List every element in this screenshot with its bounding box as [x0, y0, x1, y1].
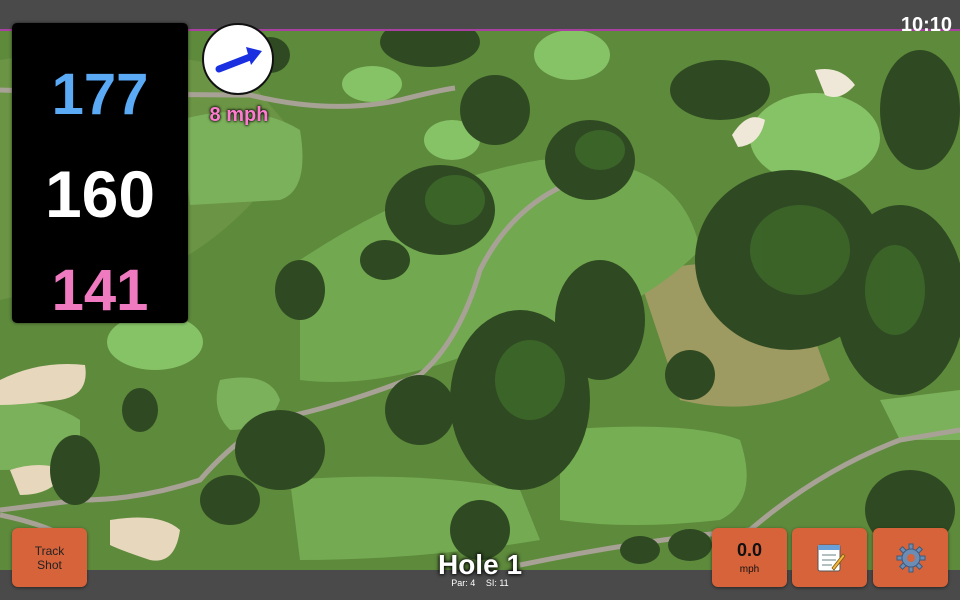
hole-par: Par: 4: [451, 578, 476, 588]
hole-info: Par: 4 SI: 11: [380, 578, 580, 588]
wind-speed: 8 mph: [209, 104, 269, 126]
hole-stroke-index: SI: 11: [485, 578, 509, 588]
back-distance: 177: [51, 62, 149, 127]
track-shot-button[interactable]: Track Shot: [12, 528, 87, 587]
notepad-icon: [817, 544, 846, 571]
arrow-icon: [215, 47, 262, 73]
notes-button[interactable]: [792, 528, 867, 587]
distance-panel: 177 160 141: [12, 23, 188, 323]
center-distance: 160: [44, 157, 156, 231]
speed-button[interactable]: 0.0 mph: [712, 528, 787, 587]
speed-value: 0.0: [736, 540, 763, 560]
hole-title: Hole 1: [437, 549, 523, 580]
front-distance: 141: [51, 258, 149, 323]
status-time: 10:10: [900, 14, 952, 36]
track-shot-label: Track Shot: [34, 543, 65, 572]
gear-icon: [896, 543, 925, 572]
speed-unit: mph: [739, 564, 760, 575]
wind-indicator: [202, 23, 274, 95]
settings-button[interactable]: [873, 528, 948, 587]
